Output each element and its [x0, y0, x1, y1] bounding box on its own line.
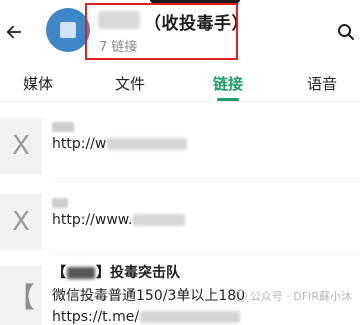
link-description: 微信投毒普通150/3单以上180 — [52, 288, 246, 304]
back-button[interactable] — [0, 14, 28, 50]
list-item[interactable]: X http://www. — [0, 182, 360, 256]
telegram-links-screen: （收投毒手） 7 链接 媒体 文件 链接 语音 X http://w X htt… — [0, 0, 360, 325]
link-title-open: 【 — [52, 265, 66, 281]
link-url[interactable]: https://t.me/ — [52, 309, 241, 325]
link-title-text: 】投毒突击队 — [96, 265, 180, 281]
search-button[interactable] — [332, 14, 360, 50]
link-thumbnail: X — [0, 194, 42, 250]
link-title: 【 】投毒突击队 — [52, 262, 180, 282]
highlight-box — [85, 3, 238, 60]
faded-background-text — [256, 6, 261, 25]
media-tabs: 媒体 文件 链接 语音 — [0, 64, 360, 102]
header: （收投毒手） 7 链接 — [0, 0, 360, 64]
link-url[interactable]: http://w — [52, 136, 188, 152]
redacted-url — [140, 311, 241, 323]
link-url-text: http://www. — [52, 212, 133, 228]
tab-voice[interactable]: 语音 — [302, 64, 342, 102]
watermark: 公众号 · DFIR蘇小沐 — [234, 288, 352, 304]
link-thumbnail: 【 — [0, 266, 42, 325]
chat-avatar[interactable] — [46, 8, 90, 52]
tab-files[interactable]: 文件 — [110, 64, 150, 102]
link-url[interactable]: http://www. — [52, 212, 186, 228]
redacted-link-title — [52, 198, 68, 208]
back-arrow-icon — [6, 25, 22, 39]
redacted-link-title — [52, 122, 74, 132]
tab-media[interactable]: 媒体 — [18, 64, 58, 102]
link-thumbnail: X — [0, 118, 42, 174]
link-url-text: http://w — [52, 136, 107, 152]
divider — [52, 252, 360, 253]
active-tab-indicator — [217, 98, 239, 101]
tab-links[interactable]: 链接 — [208, 64, 248, 102]
divider — [52, 178, 360, 179]
search-icon — [338, 24, 354, 40]
wechat-icon — [234, 290, 247, 302]
avatar-glyph — [60, 22, 76, 38]
redacted-url — [107, 138, 188, 150]
redacted-tag — [67, 267, 95, 279]
list-item[interactable]: X http://w — [0, 104, 360, 179]
redacted-url — [133, 214, 186, 226]
link-url-text: https://t.me/ — [52, 309, 140, 325]
watermark-text: 公众号 · DFIR蘇小沐 — [249, 290, 352, 303]
